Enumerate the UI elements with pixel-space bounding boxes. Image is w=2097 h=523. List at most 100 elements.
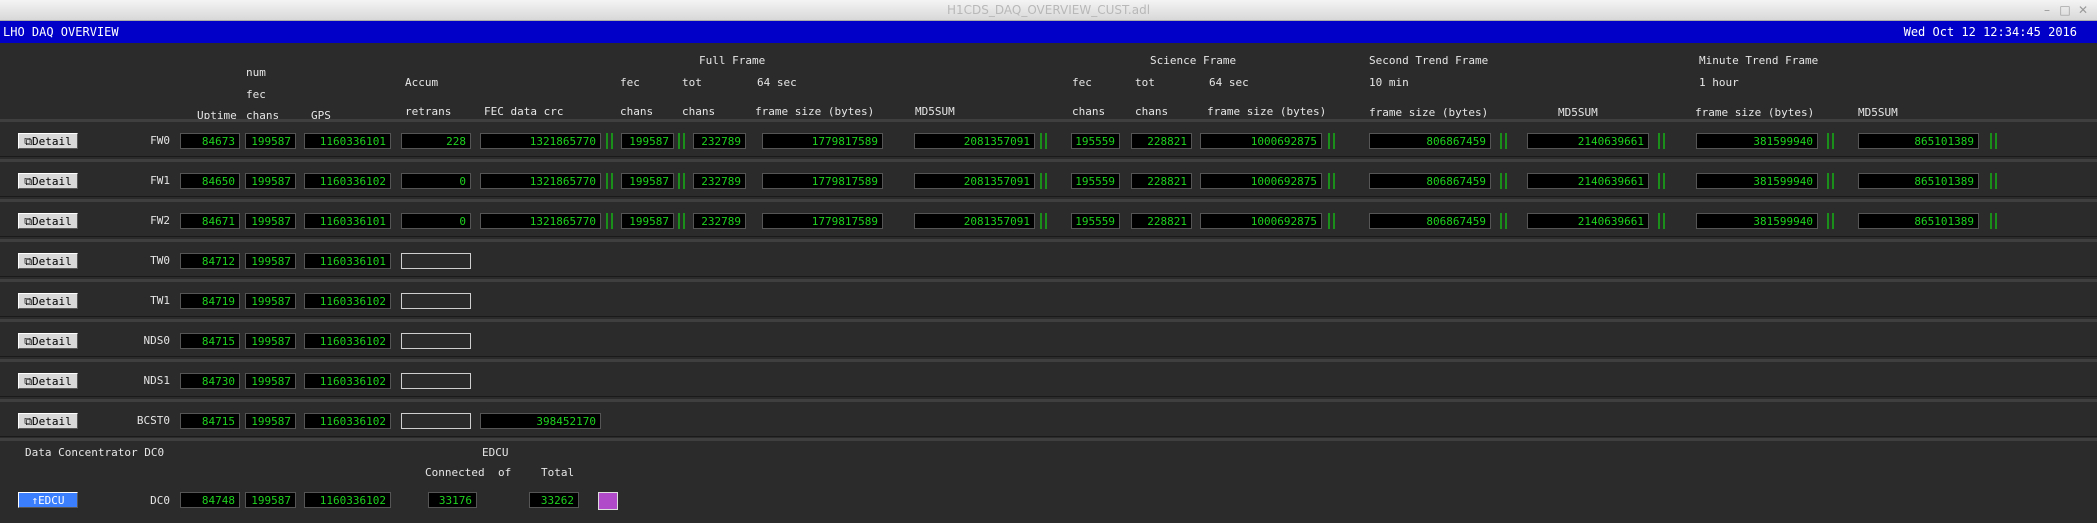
value-chans: 199587	[245, 133, 296, 149]
group-full-frame: Full Frame	[699, 54, 766, 67]
value-ff-tot: 232789	[693, 133, 746, 149]
dc-title: Data Concentrator DC0	[25, 446, 165, 459]
value-sf-size: 1000692875	[1200, 213, 1322, 229]
value-ff-size: 1779817589	[762, 133, 883, 149]
separator-bars	[1498, 173, 1510, 189]
table-row: ⧉Detail BCST0 84715 199587 1160336102 3984521…	[0, 399, 2097, 437]
col-fec-crc: FEC data crc	[484, 105, 564, 118]
separator-bars	[1656, 213, 1668, 229]
value-sf-size: 1000692875	[1200, 173, 1322, 189]
retrans-empty	[401, 413, 471, 429]
row-name: FW1	[150, 174, 170, 187]
row-name: BCST0	[136, 414, 170, 427]
separator-bars	[1988, 213, 2000, 229]
separator-bars	[604, 133, 616, 149]
value-retrans: 0	[401, 173, 471, 189]
col-num: num	[246, 66, 266, 79]
value-st-md5: 2140639661	[1527, 213, 1649, 229]
detail-button[interactable]: ⧉Detail	[18, 173, 78, 189]
value-st-md5: 2140639661	[1527, 133, 1649, 149]
close-icon[interactable]: ✕	[2076, 3, 2090, 17]
separator-bars	[1326, 133, 1338, 149]
group-second-trend: Second Trend Frame	[1369, 54, 1489, 67]
value-chans: 199587	[245, 213, 296, 229]
maximize-icon[interactable]: □	[2058, 3, 2072, 17]
retrans-empty	[401, 373, 471, 389]
table-row: ⧉Detail FW0 84673 199587 1160336101 228 132186…	[0, 119, 2097, 157]
of-label: of	[498, 466, 512, 479]
value-ff-md5: 2081357091	[914, 213, 1035, 229]
minimize-icon[interactable]: –	[2040, 3, 2054, 17]
window-icon: ⧉	[24, 175, 33, 188]
value-chans: 199587	[245, 373, 296, 389]
group-minute-trend: Minute Trend Frame	[1699, 54, 1819, 67]
value-crc: 1321865770	[480, 173, 601, 189]
window-icon: ⧉	[24, 295, 33, 308]
dc-total: 33262	[529, 492, 579, 508]
value-mt-size: 381599940	[1696, 133, 1818, 149]
value-ff-tot: 232789	[693, 213, 746, 229]
value-retrans: 0	[401, 213, 471, 229]
row-name: NDS1	[143, 374, 171, 387]
col-st-md5sum: MD5SUM	[1558, 106, 1598, 119]
col-mt-1hour: 1 hour	[1699, 76, 1739, 89]
value-chans: 199587	[245, 253, 296, 269]
detail-button[interactable]: ⧉Detail	[18, 253, 78, 269]
value-ff-md5: 2081357091	[914, 133, 1035, 149]
value-gps: 1160336102	[304, 173, 391, 189]
detail-button[interactable]: ⧉Detail	[18, 413, 78, 429]
col-ff-fec: fec	[620, 76, 640, 89]
detail-button[interactable]: ⧉Detail	[18, 293, 78, 309]
col-ff-chans: chans	[620, 105, 654, 118]
separator-bars	[676, 173, 688, 189]
col-ff-md5sum: MD5SUM	[915, 105, 955, 118]
connected-label: Connected	[425, 466, 485, 479]
col-sf-fec: fec	[1072, 76, 1092, 89]
col-fec: fec	[246, 88, 266, 101]
value-chans: 199587	[245, 413, 296, 429]
row-name: FW0	[150, 134, 170, 147]
value-mt-size: 381599940	[1696, 213, 1818, 229]
separator-bars	[1038, 133, 1050, 149]
value-ff-fec: 199587	[621, 213, 674, 229]
value-st-size: 806867459	[1369, 133, 1491, 149]
col-retrans: retrans	[405, 105, 452, 118]
row-name: FW2	[150, 214, 170, 227]
retrans-empty	[401, 333, 471, 349]
window-icon: ⧉	[24, 255, 33, 268]
value-chans: 199587	[245, 293, 296, 309]
value-crc: 1321865770	[480, 133, 601, 149]
total-label: Total	[541, 466, 575, 479]
edcu-label: EDCU	[482, 446, 509, 459]
value-mt-md5: 865101389	[1858, 173, 1979, 189]
retrans-empty	[401, 253, 471, 269]
table-row: ⧉Detail FW1 84650 199587 1160336102 0 13218657…	[0, 159, 2097, 197]
value-gps: 1160336101	[304, 213, 391, 229]
separator-bars	[1326, 213, 1338, 229]
value-sf-size: 1000692875	[1200, 133, 1322, 149]
value-gps: 1160336102	[304, 373, 391, 389]
window-icon: ⧉	[24, 415, 33, 428]
table-row: ⧉Detail TW0 84712 199587 1160336101	[0, 239, 2097, 277]
detail-button[interactable]: ⧉Detail	[18, 213, 78, 229]
col-ff-tot: tot	[682, 76, 702, 89]
detail-button[interactable]: ⧉Detail	[18, 333, 78, 349]
detail-button[interactable]: ⧉Detail	[18, 373, 78, 389]
separator-bars	[1498, 213, 1510, 229]
col-sf-frame-size: frame size (bytes)	[1207, 105, 1327, 118]
value-uptime: 84673	[180, 133, 240, 149]
value-gps: 1160336102	[304, 333, 391, 349]
separator-bars	[1988, 173, 2000, 189]
datetime: Wed Oct 12 12:34:45 2016	[1903, 25, 2077, 39]
value-retrans: 228	[401, 133, 471, 149]
detail-button[interactable]: ⧉Detail	[18, 133, 78, 149]
window-titlebar: H1CDS_DAQ_OVERVIEW_CUST.adl – □ ✕	[0, 0, 2097, 21]
col-ff-tot-chans: chans	[682, 105, 716, 118]
value-gps: 1160336101	[304, 133, 391, 149]
separator-bars	[1825, 133, 1837, 149]
value-mt-size: 381599940	[1696, 173, 1818, 189]
edcu-button[interactable]: ↑EDCU	[18, 492, 78, 508]
value-mt-md5: 865101389	[1858, 213, 1979, 229]
col-sf-tot-chans: chans	[1135, 105, 1169, 118]
value-ff-md5: 2081357091	[914, 173, 1035, 189]
